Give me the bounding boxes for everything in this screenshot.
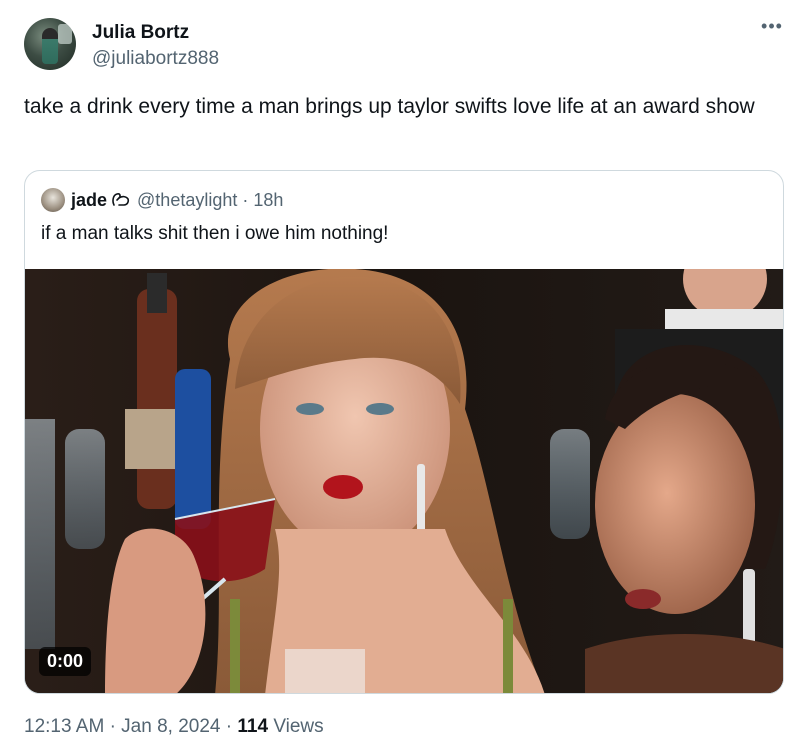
tweet-header: Julia Bortz @juliabortz888 ••• [24,17,784,74]
views-count: 114 [237,716,269,737]
more-horizontal-icon[interactable]: ••• [760,17,784,42]
video-player[interactable]: 0:00 [25,269,783,693]
video-thumbnail [25,269,783,693]
quoted-tweet-time: 18h [253,189,284,210]
quoted-tweet-text: if a man talks shit then i owe him nothi… [41,223,389,244]
author-name[interactable]: Julia Bortz [92,22,189,44]
tweet-meta: 12:13 AM · Jan 8, 2024 · 114 Views [24,716,324,738]
quoted-tweet[interactable]: jade @thetaylight · 18h if a man talks s… [24,170,784,694]
views-label: Views [273,716,324,737]
handshake-badge-icon [111,191,131,209]
tweet-date[interactable]: Jan 8, 2024 [121,716,220,737]
quoted-tweet-header: jade @thetaylight · 18h [41,188,284,212]
separator-dot: · [225,716,233,737]
author-avatar[interactable] [24,18,76,70]
video-duration: 0:00 [39,647,92,676]
tweet-text: take a drink every time a man brings up … [24,95,755,118]
tweet-time[interactable]: 12:13 AM [24,716,104,737]
author-handle[interactable]: @juliabortz888 [92,48,219,70]
quoted-author-name: jade [71,189,108,210]
separator-dot: · [109,716,116,737]
quoted-author-avatar [41,188,65,212]
quoted-author-handle: @thetaylight [137,189,238,210]
separator-dot: · [242,189,249,210]
